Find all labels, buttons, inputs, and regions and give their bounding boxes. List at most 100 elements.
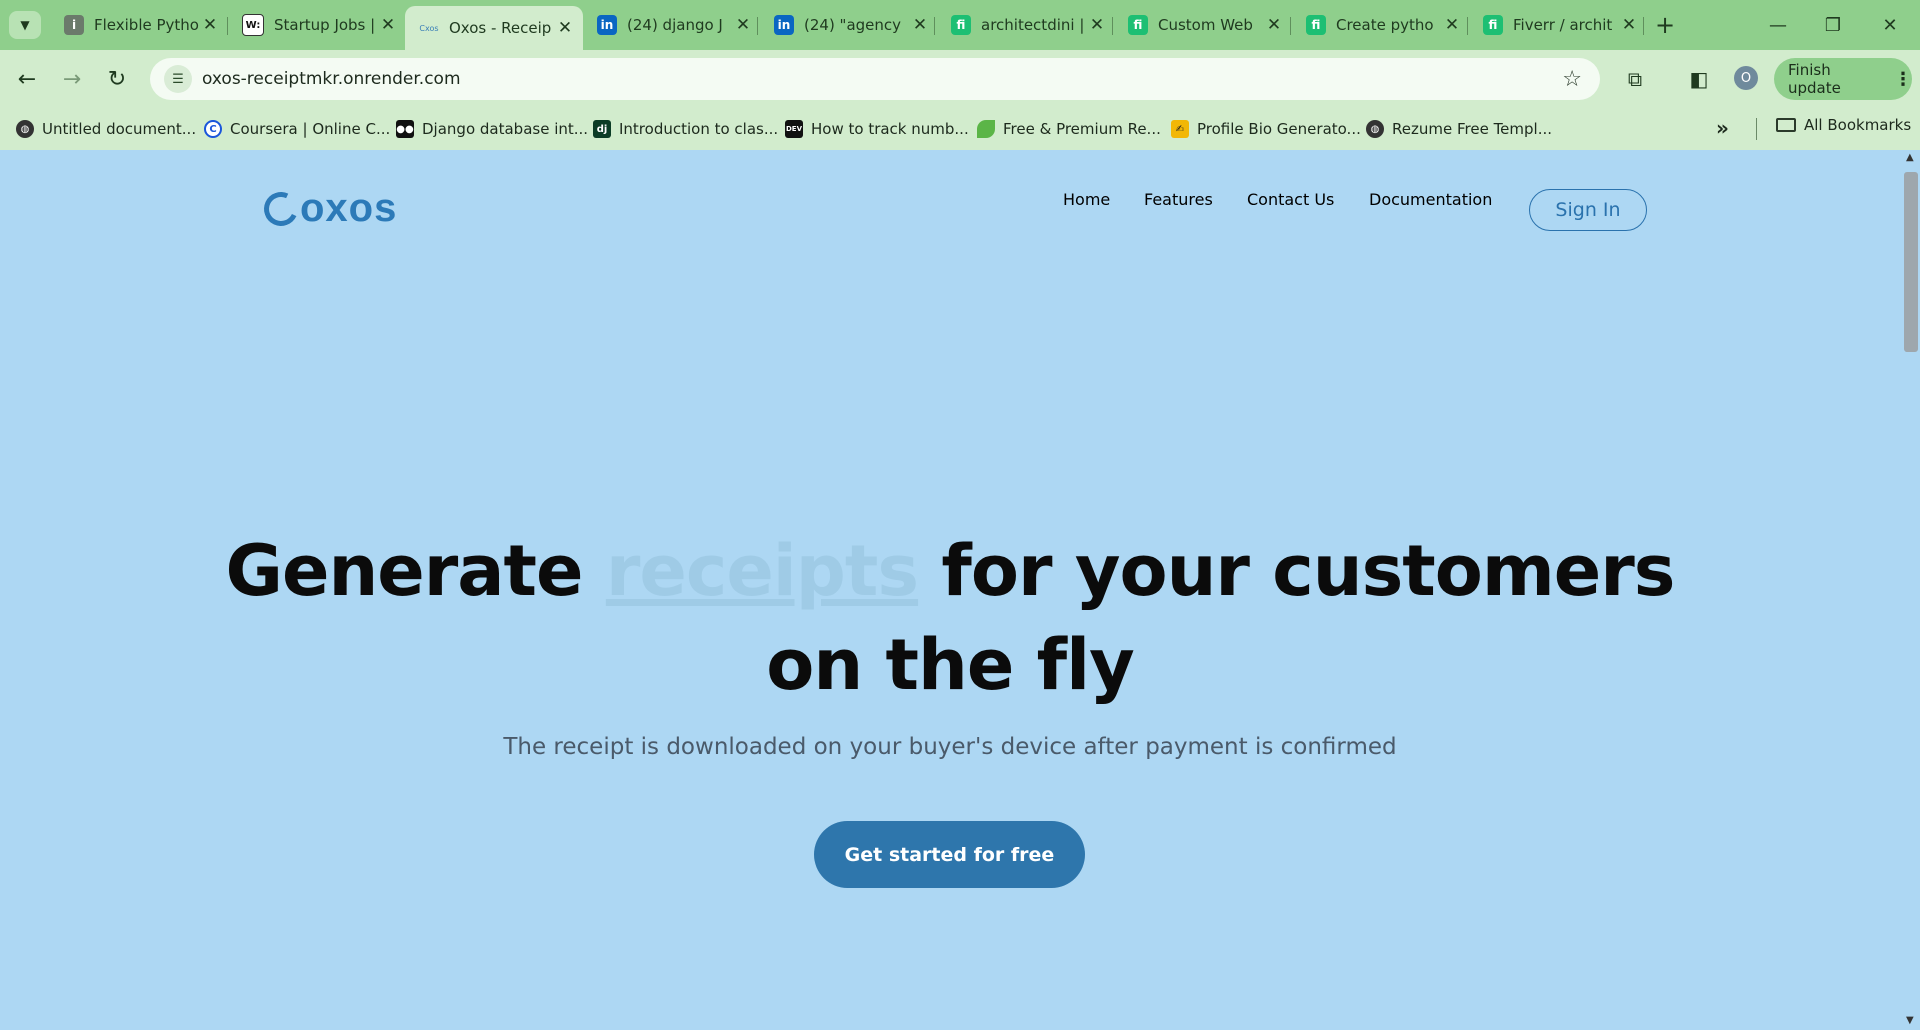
profile-avatar[interactable]: O	[1734, 66, 1758, 90]
tab-separator	[1643, 17, 1644, 35]
linkedin-icon: in	[774, 15, 794, 35]
bookmark-item[interactable]: DEV How to track numb...	[785, 116, 969, 142]
puzzle-icon: ⧉	[1627, 67, 1643, 91]
tab-5[interactable]: fi architectdini | ✕	[937, 8, 1115, 42]
bookmark-item[interactable]: ●● Django database int...	[396, 116, 588, 142]
bookmark-label: Coursera | Online C...	[230, 120, 391, 138]
bookmarks-bar: ◍ Untitled document... C Coursera | Onli…	[0, 108, 1920, 150]
linkedin-icon: in	[597, 15, 617, 35]
bookmark-item[interactable]: ✍ Profile Bio Generato...	[1171, 116, 1361, 142]
bookmark-label: Profile Bio Generato...	[1197, 120, 1361, 138]
bookmark-item[interactable]: ◍ Rezume Free Templ...	[1366, 116, 1552, 142]
restore-icon: ❐	[1824, 14, 1842, 36]
bookmark-item[interactable]: C Coursera | Online C...	[204, 116, 390, 142]
bookmark-item[interactable]: ◍ Untitled document...	[16, 116, 196, 142]
medium-icon: ●●	[396, 120, 414, 138]
close-icon[interactable]: ✕	[912, 15, 928, 35]
close-icon[interactable]: ✕	[1266, 15, 1282, 35]
tab-title: Startup Jobs |	[274, 16, 376, 34]
all-bookmarks-button[interactable]: All Bookmarks	[1776, 116, 1911, 134]
back-button[interactable]: ←	[12, 64, 42, 94]
nav-documentation[interactable]: Documentation	[1369, 190, 1492, 209]
hero-text-line2: on the fly	[766, 624, 1135, 706]
w-icon: W:	[242, 14, 264, 36]
bookmarks-divider	[1756, 118, 1757, 140]
close-icon[interactable]: ✕	[1089, 15, 1105, 35]
tab-search-button[interactable]: ▼	[9, 11, 41, 39]
scroll-up-icon[interactable]: ▲	[1906, 152, 1914, 163]
restore-button[interactable]: ❐	[1813, 8, 1853, 42]
arrow-right-icon: →	[62, 66, 82, 92]
tab-separator	[1467, 17, 1468, 35]
bookmark-star-icon[interactable]: ☆	[1562, 67, 1582, 92]
dev-icon: DEV	[785, 120, 803, 138]
reload-button[interactable]: ↻	[102, 64, 132, 94]
close-icon[interactable]: ✕	[380, 15, 396, 35]
finish-update-label: Finish update	[1788, 61, 1841, 97]
tab-title: (24) django J	[627, 16, 723, 34]
get-started-button[interactable]: Get started for free	[814, 821, 1085, 888]
oxos-icon: Cxos	[419, 23, 439, 33]
bookmark-label: How to track numb...	[811, 120, 969, 138]
folder-icon	[1776, 118, 1796, 132]
tab-title: Oxos - Receip	[449, 19, 552, 37]
tab-4[interactable]: in (24) "agency ✕	[760, 8, 938, 42]
bookmarks-overflow-button[interactable]: »	[1716, 116, 1729, 140]
nav-home[interactable]: Home	[1063, 190, 1110, 209]
tab-8[interactable]: fi Fiverr / archit ✕	[1469, 8, 1647, 42]
url-text: oxos-receiptmkr.onrender.com	[202, 69, 461, 89]
logo-ring-icon	[259, 186, 303, 231]
close-icon[interactable]: ✕	[1621, 15, 1637, 35]
site-logo[interactable]: oxos	[259, 186, 397, 231]
more-vert-icon: ⋮	[1894, 68, 1912, 90]
finish-update-button[interactable]: Finish update ⋮	[1774, 58, 1912, 100]
scroll-down-icon[interactable]: ▼	[1906, 1015, 1914, 1026]
fiverr-icon: fi	[1306, 15, 1326, 35]
tab-title: (24) "agency	[804, 16, 902, 34]
forward-button[interactable]: →	[57, 64, 87, 94]
tab-title: Fiverr / archit	[1513, 16, 1613, 34]
profile-initial: O	[1740, 70, 1752, 86]
nav-contact-us[interactable]: Contact Us	[1247, 190, 1334, 209]
generic-icon: i	[64, 15, 84, 35]
tab-7[interactable]: fi Create pytho ✕	[1292, 8, 1470, 42]
bookmark-item[interactable]: Free & Premium Re...	[977, 116, 1161, 142]
tab-3[interactable]: in (24) django J ✕	[583, 8, 761, 42]
tab-0[interactable]: i Flexible Pytho ✕	[50, 8, 228, 42]
bookmark-label: Rezume Free Templ...	[1392, 120, 1553, 138]
minimize-icon: —	[1769, 14, 1787, 36]
tab-2-active[interactable]: Cxos Oxos - Receip ✕	[405, 6, 583, 50]
tab-title: architectdini |	[981, 16, 1085, 34]
page-scrollbar[interactable]: ▲ ▼	[1900, 150, 1920, 1030]
scroll-thumb[interactable]	[1904, 172, 1918, 352]
dj-icon: dj	[593, 120, 611, 138]
extensions-button[interactable]: ⧉	[1620, 64, 1650, 94]
pen-icon: ✍	[1171, 120, 1189, 138]
tab-separator	[1290, 17, 1291, 35]
close-icon[interactable]: ✕	[557, 18, 573, 38]
sign-in-button[interactable]: Sign In	[1529, 189, 1647, 231]
coursera-icon: C	[204, 120, 222, 138]
tab-6[interactable]: fi Custom Web ✕	[1114, 8, 1292, 42]
close-window-button[interactable]: ✕	[1870, 8, 1910, 42]
close-icon[interactable]: ✕	[735, 15, 751, 35]
tab-1[interactable]: W: Startup Jobs | ✕	[228, 8, 406, 42]
bookmark-item[interactable]: dj Introduction to clas...	[593, 116, 778, 142]
close-icon[interactable]: ✕	[202, 15, 218, 35]
site-settings-icon[interactable]: ☰	[164, 65, 192, 93]
minimize-button[interactable]: —	[1758, 8, 1798, 42]
fiverr-icon: fi	[951, 15, 971, 35]
side-panel-button[interactable]: ◧	[1684, 64, 1714, 94]
tab-separator	[934, 17, 935, 35]
nav-features[interactable]: Features	[1144, 190, 1213, 209]
close-icon[interactable]: ✕	[1444, 15, 1460, 35]
leaf-icon	[977, 120, 995, 138]
tab-separator	[757, 17, 758, 35]
bookmark-label: Django database int...	[422, 120, 589, 138]
globe-icon: ◍	[1366, 120, 1384, 138]
new-tab-button[interactable]: +	[1650, 10, 1680, 40]
reload-icon: ↻	[107, 66, 127, 92]
plus-icon: +	[1654, 11, 1676, 39]
address-bar[interactable]: ☰ oxos-receiptmkr.onrender.com ☆	[150, 58, 1600, 100]
chevron-down-icon: ▼	[20, 18, 30, 32]
